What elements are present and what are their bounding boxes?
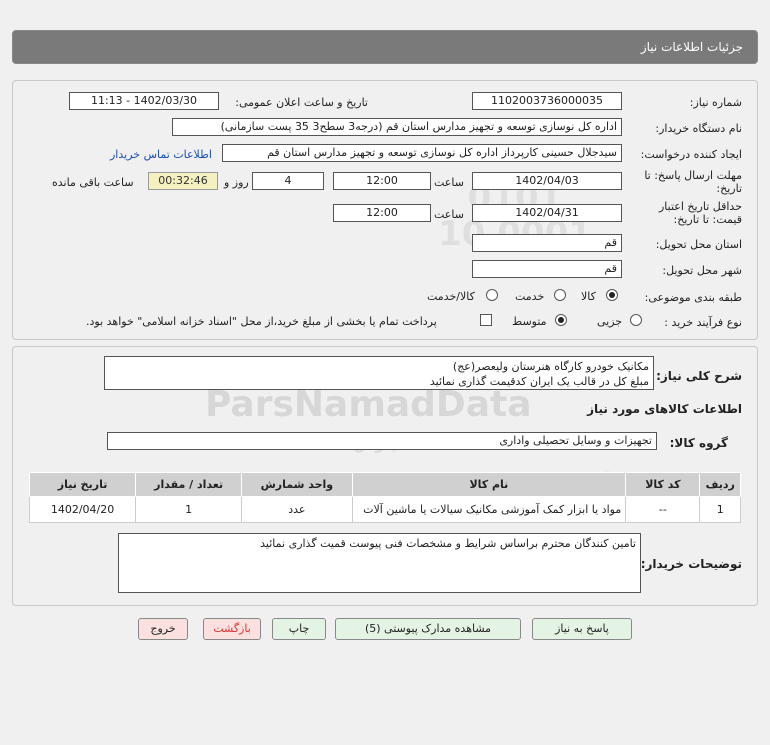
category-radio-goods[interactable] [606,289,618,301]
process-label: نوع فرآیند خرید : [664,316,742,329]
category-label: طبقه بندی موضوعی: [644,291,742,304]
reply-button[interactable]: پاسخ به نیاز [532,618,632,640]
validity-time-field: 12:00 [333,204,431,222]
goods-table: ردیف کد کالا نام کالا واحد شمارش تعداد /… [28,472,741,523]
province-field: قم [472,234,622,252]
exit-button[interactable]: خروج [138,618,188,640]
col-goods-name: نام کالا [351,472,627,497]
category-radio-service[interactable] [554,289,566,301]
reply-date-field: 1402/04/03 [472,172,622,190]
header-bar: جزئیات اطلاعات نیاز [12,30,758,64]
process-option-medium: متوسط [512,315,547,328]
remaining-label: ساعت باقی مانده [52,176,134,189]
summary-line-2: مبلغ کل در قالب یک ایران کدقیمت گذاری نم… [429,375,649,388]
table-row: 1 -- مواد یا ابزار کمک آموزشی مکانیک سیا… [28,496,741,523]
table-header-row: ردیف کد کالا نام کالا واحد شمارش تعداد /… [28,472,741,497]
days-field: 4 [252,172,324,190]
city-label: شهر محل تحویل: [662,264,742,277]
cell-unit: عدد [241,496,353,523]
process-radio-minor[interactable] [630,314,642,326]
need-number-field: 1102003736000035 [472,92,622,110]
summary-field: مکانیک خودرو کارگاه هنرستان ولیعصر(عج) م… [104,356,654,390]
buyer-notes-field: تامین کنندگان محترم براساس شرایط و مشخصا… [118,533,641,593]
summary-label: شرح کلی نیاز: [656,369,742,383]
buyer-org-label: نام دستگاه خریدار: [655,122,742,135]
treasury-payment-note: پرداخت تمام یا بخشی از مبلغ خرید،از محل … [86,315,437,328]
validity-date-field: 1402/04/31 [472,204,622,222]
city-field: قم [472,260,622,278]
reply-deadline-label: مهلت ارسال پاسخ: تا [644,169,742,182]
reply-time-field: 12:00 [333,172,431,190]
goods-group-label: گروه کالا: [669,436,728,450]
reply-time-label: ساعت [434,176,464,189]
cell-need-date: 1402/04/20 [28,496,137,523]
col-quantity: تعداد / مقدار [135,472,243,497]
buyer-contact-link[interactable]: اطلاعات تماس خریدار [110,148,212,161]
treasury-payment-checkbox[interactable] [480,314,492,326]
requester-field: سیدجلال حسینی کارپرداز اداره کل نوسازی ت… [222,144,622,162]
need-details-page: جزئیات اطلاعات نیاز 0101 0001 10 ParsNam… [0,0,770,745]
print-button[interactable]: چاپ [272,618,326,640]
validity-time-label: ساعت [434,208,464,221]
view-attachments-button[interactable]: مشاهده مدارک پیوستی (5) [335,618,521,640]
page-title: جزئیات اطلاعات نیاز [640,40,743,54]
cell-quantity: 1 [135,496,243,523]
process-option-minor: جزیی [597,315,623,328]
col-goods-code: کد کالا [625,472,701,497]
reply-deadline-label-2: تاریخ: [716,182,742,195]
process-radio-medium[interactable] [555,314,567,326]
announce-label: تاریخ و ساعت اعلان عمومی: [235,96,368,109]
validity-label-2: قیمت: تا تاریخ: [673,213,742,226]
category-option-service: خدمت [515,290,545,303]
announce-field: 1402/03/30 - 11:13 [69,92,219,110]
back-button[interactable]: بازگشت [203,618,261,640]
validity-label: حداقل تاریخ اعتبار [658,200,742,213]
remaining-time-field: 00:32:46 [148,172,218,190]
col-unit: واحد شمارش [241,472,353,497]
category-option-both: کالا/خدمت [427,290,475,303]
goods-group-field: تجهیزات و وسایل تحصیلی واداری [107,432,657,450]
cell-goods-name: مواد یا ابزار کمک آموزشی مکانیک سیالات ی… [351,496,627,523]
goods-info-title: اطلاعات کالاهای مورد نیاز [587,402,742,416]
buyer-org-field: اداره کل نوسازی توسعه و تجهیز مدارس استا… [172,118,622,136]
cell-goods-code: -- [625,496,701,523]
days-label: روز و [224,176,249,189]
requester-label: ایجاد کننده درخواست: [640,148,742,161]
col-need-date: تاریخ نیاز [28,472,137,497]
buyer-notes-label: توضیحات خریدار: [640,557,742,571]
province-label: استان محل تحویل: [655,238,742,251]
col-row-number: ردیف [699,472,741,497]
need-number-label: شماره نیاز: [689,96,742,109]
summary-line-1: مکانیک خودرو کارگاه هنرستان ولیعصر(عج) [452,360,649,373]
cell-row-number: 1 [699,496,741,523]
category-radio-both[interactable] [486,289,498,301]
category-option-goods: کالا [581,290,596,303]
